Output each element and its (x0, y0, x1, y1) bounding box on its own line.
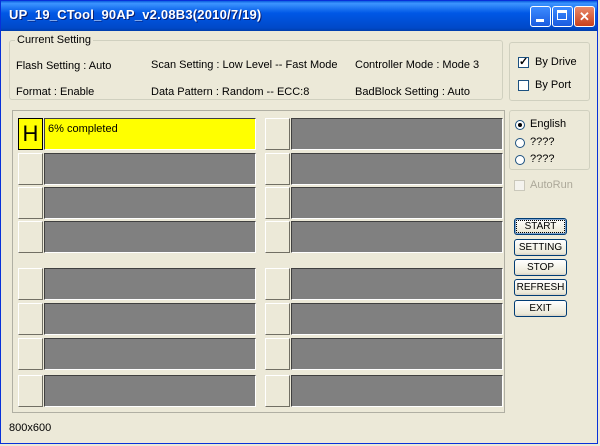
maximize-icon (557, 10, 567, 20)
by-port-checkbox[interactable] (518, 80, 529, 91)
slot-progress-bar (291, 221, 503, 253)
slot-button[interactable] (265, 187, 290, 219)
scan-setting-label: Scan Setting : Low Level -- Fast Mode (151, 59, 338, 71)
slot-progress-bar (44, 268, 256, 300)
close-icon: ✕ (579, 9, 590, 24)
exit-button[interactable]: EXIT (514, 300, 567, 317)
slot-progress-bar (44, 338, 256, 370)
by-drive-checkbox[interactable]: ✓ (518, 57, 529, 68)
slot-progress-bar (291, 303, 503, 335)
slot-button[interactable] (265, 221, 290, 253)
minimize-icon (536, 19, 544, 22)
by-drive-label[interactable]: By Drive (535, 56, 577, 68)
slot-button[interactable] (18, 153, 43, 185)
slot-button[interactable] (265, 153, 290, 185)
slot-button[interactable] (18, 187, 43, 219)
slot-button[interactable] (18, 338, 43, 370)
slot-progress-bar (44, 187, 256, 219)
slot-progress-bar (44, 221, 256, 253)
slot-progress-bar (44, 375, 256, 407)
drive-mode-group: ✓ By Drive By Port (509, 42, 590, 101)
current-setting-legend: Current Setting (17, 34, 91, 46)
english-label[interactable]: English (530, 118, 566, 130)
autorun-label: AutoRun (530, 179, 573, 191)
controller-mode-label: Controller Mode : Mode 3 (355, 59, 480, 71)
slot-progress-bar (291, 338, 503, 370)
slot-button[interactable] (265, 375, 290, 407)
slot-progress-bar (291, 375, 503, 407)
check-icon: ✓ (519, 56, 529, 68)
minimize-button[interactable] (530, 6, 551, 27)
slot-progress-bar: 6% completed (44, 118, 256, 150)
language-group: English ???? ???? (509, 110, 590, 170)
slot-button[interactable] (18, 221, 43, 253)
refresh-button[interactable]: REFRESH (514, 279, 567, 296)
language-3-radio[interactable] (515, 155, 525, 165)
close-button[interactable]: ✕ (574, 6, 595, 27)
language-2-label[interactable]: ???? (530, 136, 554, 148)
slot-progress-bar (44, 153, 256, 185)
slot-button[interactable] (265, 118, 290, 150)
drive-slots-panel: H 6% completed (12, 110, 505, 413)
slot-button[interactable] (18, 268, 43, 300)
radio-dot-icon (518, 123, 522, 127)
flash-setting-label: Flash Setting : Auto (16, 60, 112, 72)
slot-button[interactable] (18, 375, 43, 407)
slot-button[interactable] (265, 268, 290, 300)
window-title: UP_19_CTool_90AP_v2.08B3(2010/7/19) (9, 7, 262, 22)
autorun-checkbox[interactable] (514, 180, 525, 191)
stop-button[interactable]: STOP (514, 259, 567, 276)
setting-button[interactable]: SETTING (514, 239, 567, 256)
by-port-label[interactable]: By Port (535, 79, 571, 91)
format-label: Format : Enable (16, 86, 95, 98)
slot-button[interactable] (265, 338, 290, 370)
badblock-setting-label: BadBlock Setting : Auto (355, 86, 470, 98)
slot-button[interactable] (18, 303, 43, 335)
language-3-label[interactable]: ???? (530, 153, 554, 165)
slot-progress-bar (291, 187, 503, 219)
data-pattern-label: Data Pattern : Random -- ECC:8 (151, 86, 310, 98)
slot-button[interactable]: H (18, 118, 43, 150)
slot-progress-bar (291, 153, 503, 185)
title-bar[interactable]: UP_19_CTool_90AP_v2.08B3(2010/7/19) ✕ (1, 1, 597, 31)
slot-progress-bar (44, 303, 256, 335)
current-setting-group: Current Setting Flash Setting : Auto Sca… (9, 34, 503, 100)
slot-progress-bar (291, 118, 503, 150)
status-bar-resolution: 800x600 (9, 422, 52, 434)
slot-progress-bar (291, 268, 503, 300)
maximize-button[interactable] (552, 6, 573, 27)
language-2-radio[interactable] (515, 138, 525, 148)
slot-button[interactable] (265, 303, 290, 335)
english-radio[interactable] (515, 120, 525, 130)
app-window: UP_19_CTool_90AP_v2.08B3(2010/7/19) ✕ Cu… (0, 0, 598, 444)
start-button[interactable]: START (514, 218, 567, 235)
